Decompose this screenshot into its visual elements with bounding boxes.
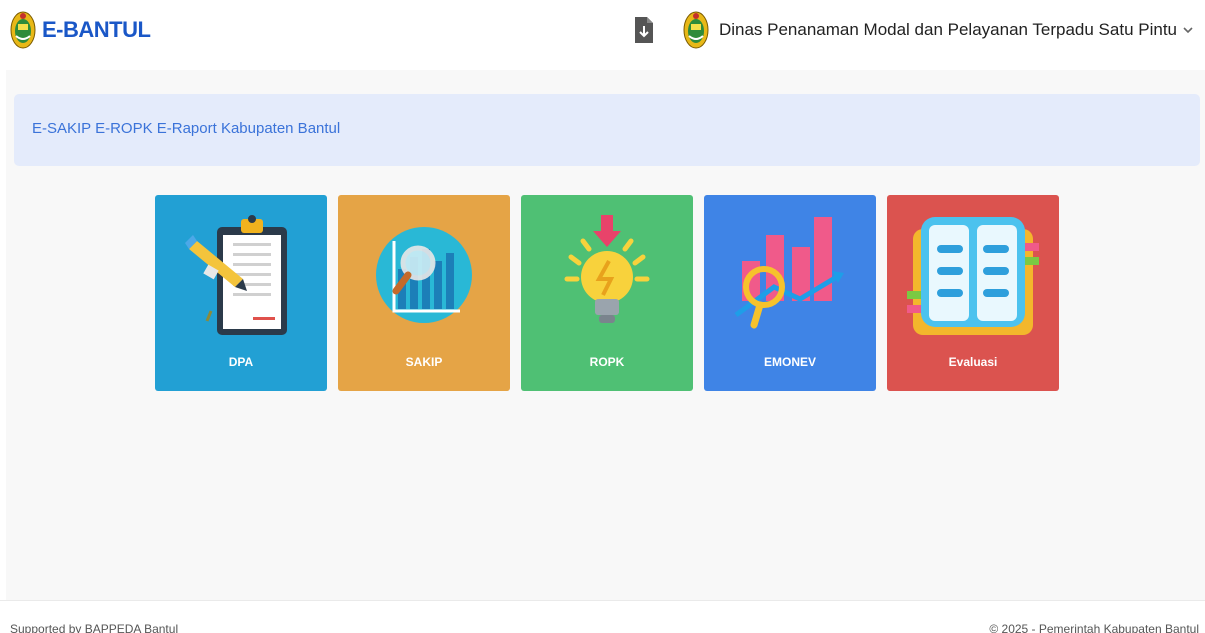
main-content: E-SAKIP E-ROPK E-Raport Kabupaten Bantul (6, 70, 1205, 600)
card-sakip[interactable]: SAKIP (338, 195, 510, 391)
bar-chart-magnifier-icon (734, 217, 844, 329)
banner-title: E-SAKIP E-ROPK E-Raport Kabupaten Bantul (32, 120, 341, 137)
module-cards: DPA SAKIP ROPK EMONEV Evaluasi (155, 195, 1059, 391)
card-label-dpa: DPA (228, 355, 254, 369)
clipboard-document-icon (185, 215, 287, 335)
welcome-banner: E-SAKIP E-ROPK E-Raport Kabupaten Bantul (14, 94, 1200, 166)
brand-home-link[interactable]: E-BANTUL (10, 8, 151, 52)
user-area: Dinas Penanaman Modal dan Pelayanan Terp… (633, 8, 1193, 52)
bantul-crest-icon (683, 11, 709, 49)
user-menu-name[interactable]: Dinas Penanaman Modal dan Pelayanan Terp… (719, 20, 1177, 40)
lightbulb-icon (564, 215, 650, 323)
brand-title: E-BANTUL (42, 17, 151, 42)
footer-copyright: © 2025 - Pemerintah Kabupaten Bantul (989, 622, 1199, 633)
card-label-ropk: ROPK (589, 355, 625, 369)
top-navbar: E-BANTUL Dinas Penanaman Modal dan Pelay… (0, 0, 1205, 68)
open-book-icon (907, 217, 1039, 335)
card-emonev[interactable]: EMONEV (704, 195, 876, 391)
page-footer: Supported by BAPPEDA Bantul © 2025 - Pem… (0, 600, 1205, 633)
card-dpa[interactable]: DPA (155, 195, 327, 391)
file-download-icon[interactable] (633, 15, 655, 45)
card-label-evaluasi: Evaluasi (948, 355, 998, 369)
footer-supported-by: Supported by BAPPEDA Bantul (10, 622, 179, 633)
card-evaluasi[interactable]: Evaluasi (887, 195, 1059, 391)
card-ropk[interactable]: ROPK (521, 195, 693, 391)
magnifier-chart-icon (376, 227, 472, 323)
card-label-emonev: EMONEV (763, 355, 816, 369)
bantul-crest-icon (10, 11, 36, 49)
card-label-sakip: SAKIP (405, 355, 443, 369)
chevron-down-icon[interactable] (1183, 26, 1193, 34)
